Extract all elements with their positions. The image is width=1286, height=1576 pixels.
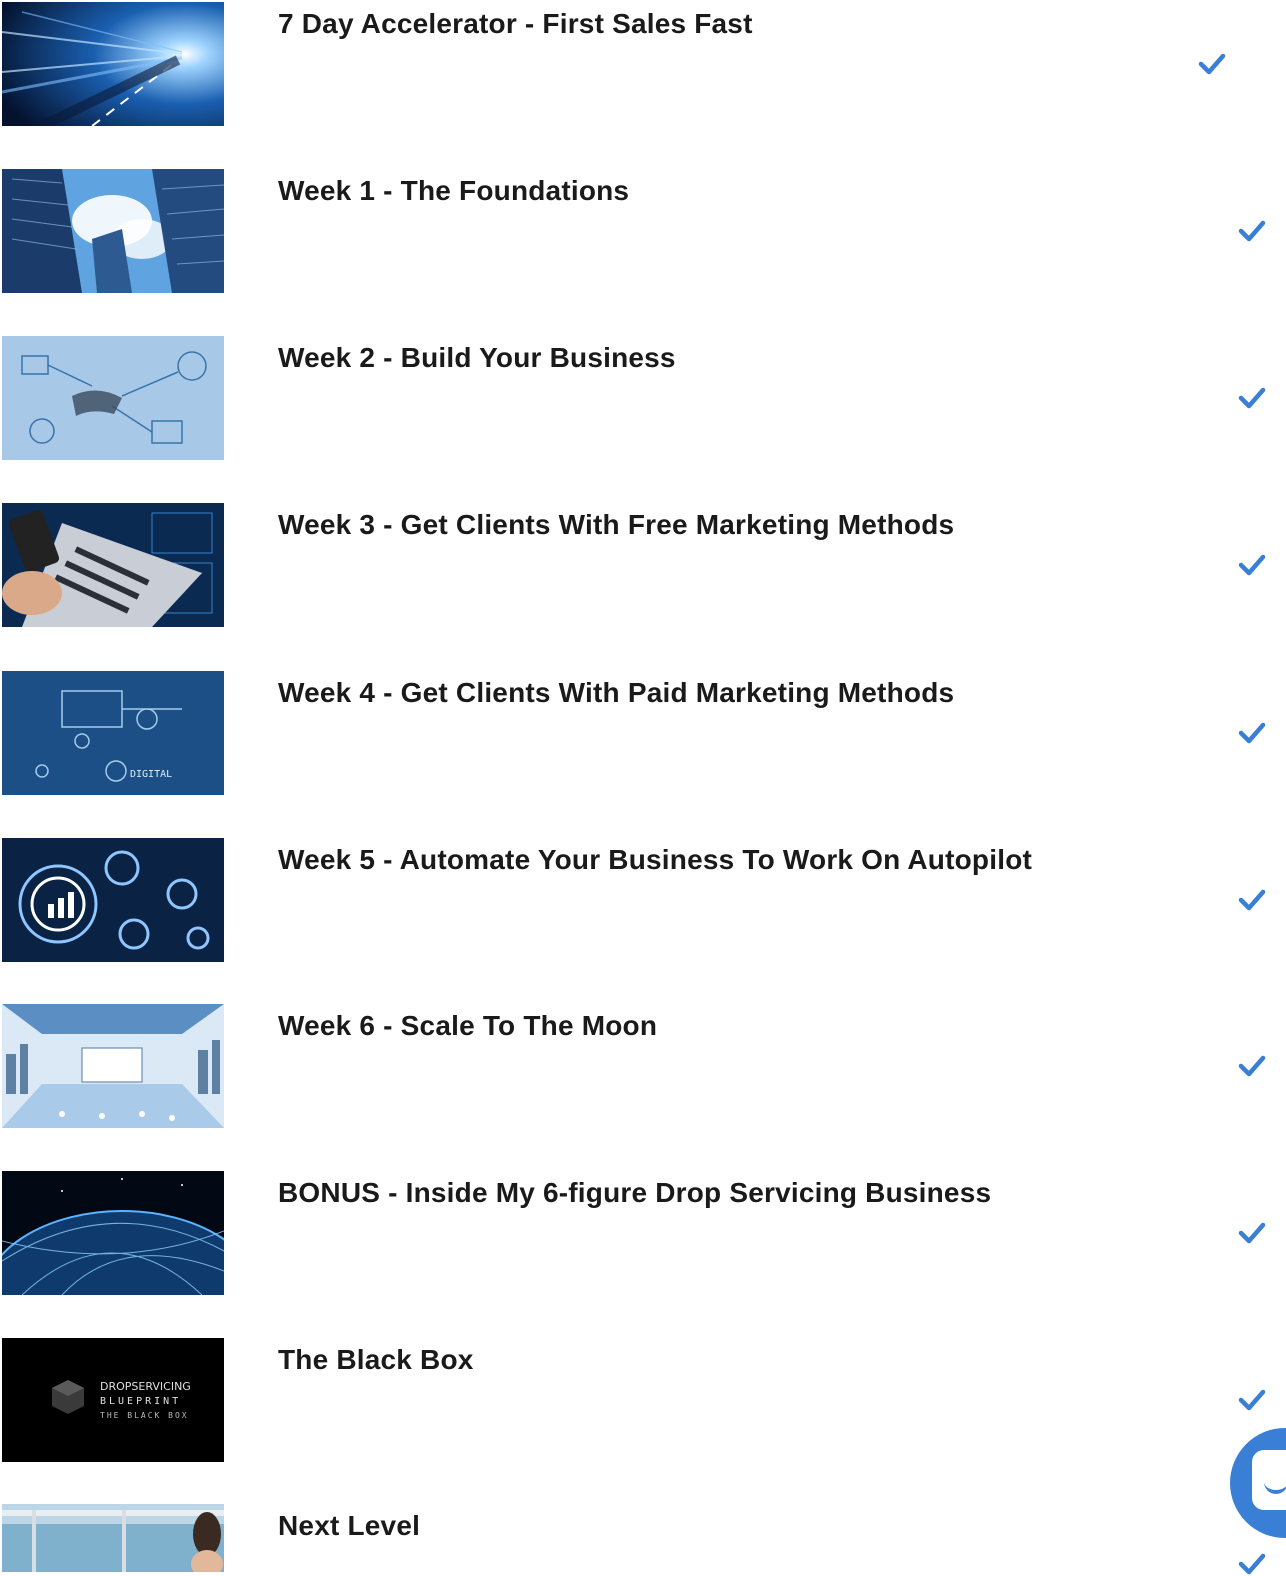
module-row-week-3[interactable]: Week 3 - Get Clients With Free Marketing… xyxy=(0,501,1286,667)
light-speed-road-image xyxy=(2,2,224,126)
module-list: 7 Day Accelerator - First Sales Fast Wee… xyxy=(0,0,1286,1575)
module-title[interactable]: The Black Box xyxy=(278,1344,474,1376)
module-title[interactable]: Week 3 - Get Clients With Free Marketing… xyxy=(278,509,954,541)
module-row-week-6[interactable]: Week 6 - Scale To The Moon xyxy=(0,1002,1286,1168)
hand-drawing-diagram-image xyxy=(2,336,224,460)
checkmark-icon xyxy=(1238,1552,1266,1576)
checkmark-icon xyxy=(1238,219,1266,243)
module-title[interactable]: Week 1 - The Foundations xyxy=(278,175,629,207)
futuristic-room-image xyxy=(2,1004,224,1128)
black-box-logo-line3: THE BLACK BOX xyxy=(100,1411,189,1420)
module-row-week-1[interactable]: Week 1 - The Foundations xyxy=(0,167,1286,333)
svg-text:DIGITAL: DIGITAL xyxy=(130,769,172,780)
module-title[interactable]: Week 2 - Build Your Business xyxy=(278,342,676,374)
checkmark-icon xyxy=(1238,1054,1266,1078)
module-row-black-box[interactable]: DROPSERVICING BLUEPRINT THE BLACK BOX Th… xyxy=(0,1336,1286,1502)
module-title[interactable]: Week 6 - Scale To The Moon xyxy=(278,1010,657,1042)
module-row-7-day-accelerator[interactable]: 7 Day Accelerator - First Sales Fast xyxy=(0,0,1286,166)
digital-marketing-image: DIGITAL xyxy=(2,671,224,795)
network-globe-image xyxy=(2,1171,224,1295)
gears-automation-image xyxy=(2,838,224,962)
module-row-week-4[interactable]: DIGITAL Week 4 - Get Clients With Paid M… xyxy=(0,669,1286,835)
black-box-logo-line1: DROPSERVICING xyxy=(100,1380,191,1393)
module-row-bonus[interactable]: BONUS - Inside My 6-figure Drop Servicin… xyxy=(0,1169,1286,1335)
module-row-week-5[interactable]: Week 5 - Automate Your Business To Work … xyxy=(0,836,1286,1002)
checkmark-icon xyxy=(1238,553,1266,577)
module-row-week-2[interactable]: Week 2 - Build Your Business xyxy=(0,334,1286,500)
checkmark-icon xyxy=(1238,888,1266,912)
checkmark-icon xyxy=(1238,1388,1266,1412)
black-box-logo-line2: BLUEPRINT xyxy=(100,1396,181,1407)
module-row-next-level[interactable]: Next Level xyxy=(0,1502,1286,1575)
module-title[interactable]: Week 5 - Automate Your Business To Work … xyxy=(278,844,1032,876)
laptop-phone-image xyxy=(2,503,224,627)
skyscrapers-sky-image xyxy=(2,169,224,293)
module-title[interactable]: 7 Day Accelerator - First Sales Fast xyxy=(278,8,753,40)
module-title[interactable]: BONUS - Inside My 6-figure Drop Servicin… xyxy=(278,1177,991,1209)
checkmark-icon xyxy=(1238,721,1266,745)
module-title[interactable]: Next Level xyxy=(278,1510,420,1542)
checkmark-icon xyxy=(1238,386,1266,410)
black-box-logo-image: DROPSERVICING BLUEPRINT THE BLACK BOX xyxy=(2,1338,224,1462)
checkmark-icon xyxy=(1238,1221,1266,1245)
checkmark-icon xyxy=(1198,52,1226,76)
ocean-view-image xyxy=(2,1504,224,1572)
module-title[interactable]: Week 4 - Get Clients With Paid Marketing… xyxy=(278,677,954,709)
